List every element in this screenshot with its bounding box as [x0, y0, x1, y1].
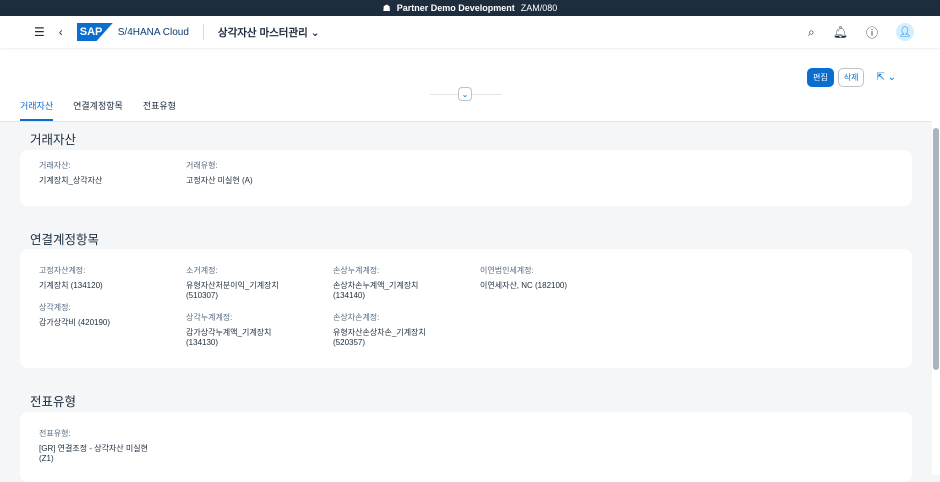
field-value-code: (134130) — [186, 338, 219, 347]
menu-icon[interactable]: ☰ — [34, 25, 45, 39]
field-label: 소거계정: — [186, 266, 218, 275]
field-value-code: (134140) — [333, 291, 366, 300]
chevron-down-icon: ⌄ — [310, 26, 320, 39]
object-header: 편집 삭제 ⇱ ⌄ ⌄ 거래자산 연결계정항목 전표유형 — [0, 48, 940, 122]
field-label: 상각계정: — [39, 303, 71, 312]
field-label: 상각누계계정: — [186, 313, 233, 322]
expand-header-button[interactable]: ⌄ — [458, 87, 472, 101]
field-value-code: (510307) — [186, 291, 219, 300]
field-label: 손상차손계정: — [333, 313, 380, 322]
divider — [202, 24, 204, 40]
app-title-menu[interactable]: 상각자산 마스터관리 ⌄ — [218, 25, 320, 40]
system-name: Partner Demo Development — [396, 3, 515, 13]
field-label: 손상누계계정: — [333, 266, 380, 275]
tab-trade-asset[interactable]: 거래자산 — [20, 99, 54, 121]
accounts-card: 고정자산계정: 기계장치 (134120) 상각계정: 감가상각비 (420190)… — [20, 249, 912, 368]
section-title: 거래자산 — [30, 133, 77, 147]
edit-button[interactable]: 편집 — [806, 68, 834, 87]
field-value-code: (Z1) — [39, 454, 54, 463]
field-value: 감가상각비 (420190) — [39, 318, 111, 327]
scrollbar[interactable] — [932, 48, 940, 475]
field-value: 기계장치 (134120) — [39, 281, 103, 290]
help-icon[interactable]: ⓘ — [866, 24, 878, 41]
field-value: 고정자산 미실현 (A) — [186, 176, 253, 185]
back-icon[interactable]: ‹ — [59, 25, 63, 39]
shell-bar: ☰ ‹ SAP S/4HANA Cloud 상각자산 마스터관리 ⌄ ⌕ 🔔︎ … — [0, 16, 940, 48]
system-client: ZAM/080 — [520, 3, 558, 13]
field-value-code: (520357) — [333, 338, 366, 347]
trade-card: 거래자산: 기계장치_상각자산 거래유형: 고정자산 미실현 (A) — [20, 150, 912, 206]
avatar[interactable]: 👤︎ — [896, 23, 914, 41]
brand-name: S/4HANA Cloud — [117, 26, 189, 38]
section-title: 연결계정항목 — [30, 233, 100, 247]
tab-doc-type[interactable]: 전표유형 — [143, 99, 176, 121]
field-label: 이연법인세계정: — [480, 266, 534, 275]
app-title: 상각자산 마스터관리 — [217, 26, 308, 39]
field-value: 유형자산손상차손_기계장치 — [333, 328, 426, 337]
people-icon: ☗ — [382, 2, 391, 13]
field-value: 감가상각누계액_기계장치 — [186, 328, 272, 337]
system-bar: ☗ Partner Demo Development ZAM/080 — [0, 0, 940, 16]
field-value: 손상차손누계액_기계장치 — [333, 281, 419, 290]
doc-type-card: 전표유형: [GR] 연결조정 - 상각자산 미실현 (Z1) — [20, 412, 912, 482]
field-label: 고정자산계정: — [39, 266, 86, 275]
sap-logo[interactable]: SAP — [76, 23, 113, 41]
share-icon[interactable]: ⇱ ⌄ — [876, 72, 896, 83]
field-label: 거래자산: — [39, 161, 71, 170]
field-value: 유형자산처분이익_기계장치 — [186, 281, 279, 290]
scrollbar-thumb[interactable] — [933, 128, 939, 370]
delete-button[interactable]: 삭제 — [837, 68, 865, 87]
section-title: 전표유형 — [30, 395, 77, 409]
field-value: [GR] 연결조정 - 상각자산 미실현 — [39, 444, 148, 453]
field-label: 거래유형: — [186, 161, 218, 170]
field-value: 이연세자산, NC (182100) — [480, 281, 568, 290]
search-icon[interactable]: ⌕ — [808, 25, 815, 40]
field-label: 전표유형: — [39, 429, 71, 438]
bell-icon[interactable]: 🔔︎ — [833, 25, 848, 39]
field-value: 기계장치_상각자산 — [39, 176, 103, 185]
tab-accounts[interactable]: 연결계정항목 — [73, 99, 123, 121]
